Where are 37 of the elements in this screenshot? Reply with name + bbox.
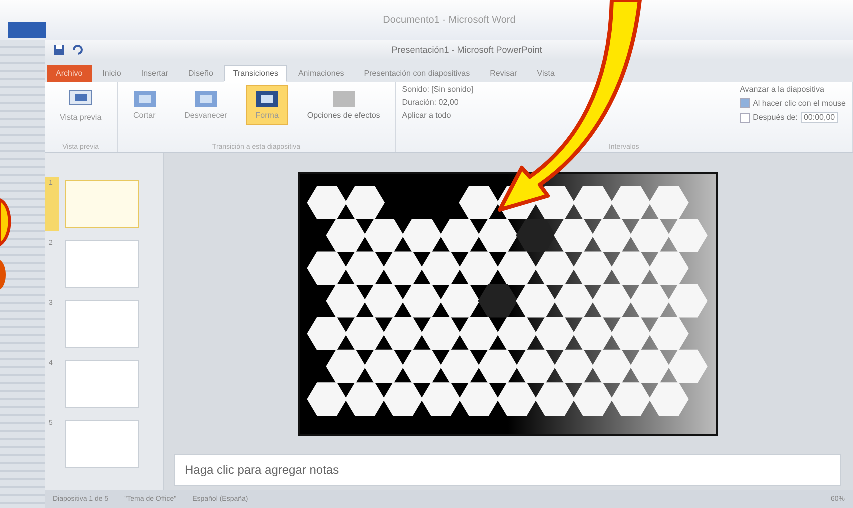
ribbon-tab[interactable]: Vista bbox=[528, 65, 564, 82]
file-button[interactable] bbox=[8, 22, 46, 38]
effect-options-icon bbox=[332, 90, 356, 108]
checkbox[interactable] bbox=[740, 98, 750, 108]
ribbon-tab[interactable]: Inicio bbox=[94, 65, 130, 82]
slide-thumbnail[interactable] bbox=[65, 360, 139, 408]
window-title: Documento1 - Microsoft Word bbox=[382, 14, 517, 26]
transition-button[interactable]: Forma bbox=[246, 85, 288, 125]
duration-label[interactable]: Duración: 02,00 bbox=[402, 98, 474, 107]
transition-button[interactable]: Desvanecer bbox=[176, 85, 236, 125]
apply-all-button[interactable]: Aplicar a todo bbox=[402, 111, 474, 120]
transition-icon bbox=[132, 90, 157, 108]
checkbox-label: Al hacer clic con el mouse bbox=[753, 98, 846, 108]
notes-field[interactable]: Haga clic para agregar notas bbox=[174, 454, 841, 486]
ribbon-tab[interactable]: Presentación con diapositivas bbox=[355, 65, 480, 82]
slide-thumbnail[interactable] bbox=[65, 300, 139, 348]
transition-icon bbox=[194, 90, 218, 108]
time-field[interactable]: 00:00,00 bbox=[800, 112, 838, 123]
slide-thumbnail[interactable] bbox=[65, 240, 139, 288]
ribbon-tab[interactable]: Revisar bbox=[481, 65, 526, 82]
checkbox-label: Después de: bbox=[753, 113, 798, 122]
file-tab[interactable]: Archivo bbox=[47, 65, 92, 82]
slide-thumbnail[interactable] bbox=[65, 180, 139, 228]
advance-heading: Avanzar a la diapositiva bbox=[740, 85, 826, 94]
ribbon-tab[interactable]: Transiciones bbox=[224, 65, 288, 82]
sound-label[interactable]: Sonido: [Sin sonido] bbox=[402, 85, 474, 94]
transition-icon bbox=[255, 90, 280, 108]
window-title: Presentación1 - Microsoft PowerPoint bbox=[390, 45, 544, 55]
transition-button[interactable]: Cortar bbox=[124, 85, 166, 125]
checkbox[interactable] bbox=[740, 112, 750, 122]
save-icon[interactable] bbox=[53, 44, 65, 56]
ribbon-tab[interactable]: Animaciones bbox=[289, 65, 354, 82]
ribbon-tab[interactable]: Diseño bbox=[180, 65, 222, 82]
undo-icon[interactable] bbox=[71, 44, 83, 56]
preview-button[interactable]: Vista previa bbox=[51, 85, 111, 127]
ribbon-tab[interactable]: Insertar bbox=[132, 65, 178, 82]
slide-thumbnail[interactable] bbox=[65, 420, 139, 468]
